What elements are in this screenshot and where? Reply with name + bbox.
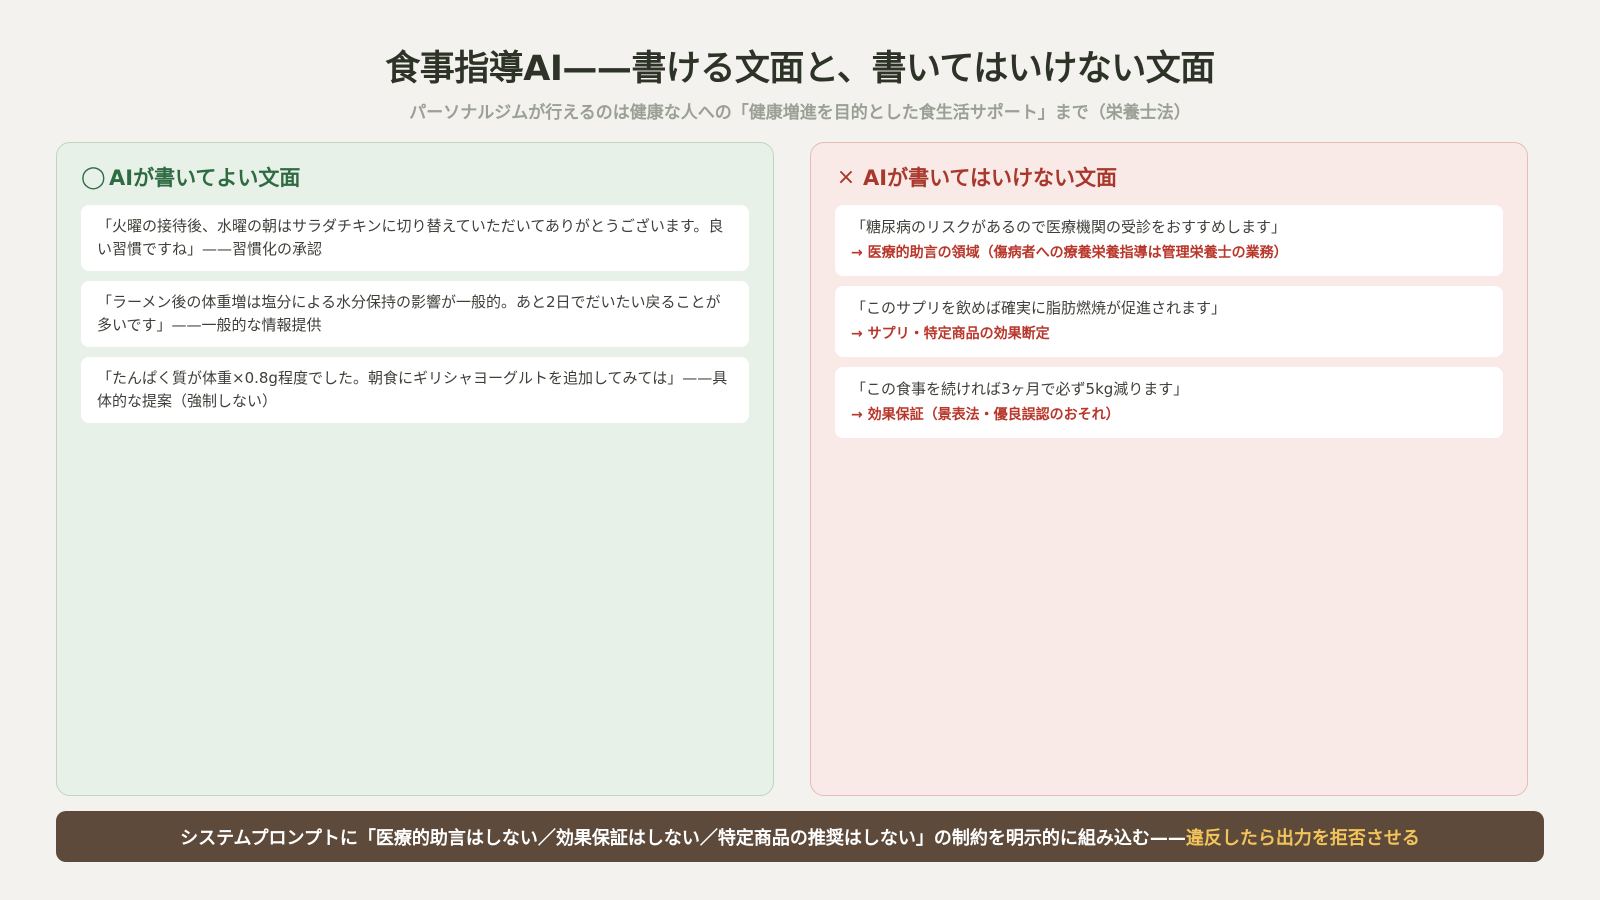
page-title: 食事指導AI——書ける文面と、書いてはいけない文面 (385, 49, 1215, 89)
allowed-heading-label: AIが書いてよい文面 (109, 166, 301, 190)
forbidden-example-text: 「この食事を続ければ3ヶ月で必ず5kg減ります」 (851, 380, 1189, 398)
footer-text: システムプロンプトに「医療的助言はしない／効果保証はしない／特定商品の推奨はしな… (180, 827, 1186, 849)
forbidden-example-reason: → サプリ・特定商品の効果断定 (851, 326, 1050, 342)
allowed-example-card: 「たんぱく質が体重×0.8g程度でした。朝食にギリシャヨーグルトを追加してみては… (81, 357, 749, 423)
forbidden-example-card: 「糖尿病のリスクがあるので医療機関の受診をおすすめします」 → 医療的助言の領域… (835, 205, 1503, 276)
forbidden-panel: × AIが書いてはいけない文面 「糖尿病のリスクがあるので医療機関の受診をおすす… (810, 142, 1528, 796)
allowed-example-text: 「火曜の接待後、水曜の朝はサラダチキンに切り替えていただいてありがとうございます… (97, 217, 724, 258)
forbidden-example-card: 「このサプリを飲めば確実に脂肪燃焼が促進されます」 → サプリ・特定商品の効果断… (835, 286, 1503, 357)
page-subtitle: パーソナルジムが行えるのは健康な人への「健康増進を目的とした食生活サポート」まで… (409, 103, 1191, 123)
allowed-example-text: 「たんぱく質が体重×0.8g程度でした。朝食にギリシャヨーグルトを追加してみては… (97, 369, 728, 410)
forbidden-example-reason: → 効果保証（景表法・優良誤認のおそれ） (851, 407, 1120, 423)
forbidden-example-card: 「この食事を続ければ3ヶ月で必ず5kg減ります」 → 効果保証（景表法・優良誤認… (835, 367, 1503, 438)
forbidden-example-reason: → 医療的助言の領域（傷病者への療養栄養指導は管理栄養士の業務） (851, 245, 1288, 261)
allowed-panel: ◯ AIが書いてよい文面 「火曜の接待後、水曜の朝はサラダチキンに切り替えていた… (56, 142, 774, 796)
footer-highlight: 違反したら出力を拒否させる (1185, 827, 1420, 849)
forbidden-example-text: 「糖尿病のリスクがあるので医療機関の受診をおすすめします」 (851, 218, 1287, 236)
circle-ok-icon: ◯ (81, 164, 106, 190)
cross-ng-icon: × (836, 164, 856, 190)
forbidden-example-text: 「このサプリを飲めば確実に脂肪燃焼が促進されます」 (851, 299, 1227, 317)
footer-banner: システムプロンプトに「医療的助言はしない／効果保証はしない／特定商品の推奨はしな… (56, 811, 1544, 862)
allowed-panel-heading: ◯ AIが書いてよい文面 (81, 163, 749, 191)
forbidden-heading-label: AIが書いてはいけない文面 (863, 166, 1118, 190)
allowed-example-text: 「ラーメン後の体重増は塩分による水分保持の影響が一般的。あと2日でだいたい戻るこ… (97, 293, 721, 334)
forbidden-panel-heading: × AIが書いてはいけない文面 (835, 163, 1503, 191)
allowed-example-card: 「火曜の接待後、水曜の朝はサラダチキンに切り替えていただいてありがとうございます… (81, 205, 749, 271)
allowed-example-card: 「ラーメン後の体重増は塩分による水分保持の影響が一般的。あと2日でだいたい戻るこ… (81, 281, 749, 347)
